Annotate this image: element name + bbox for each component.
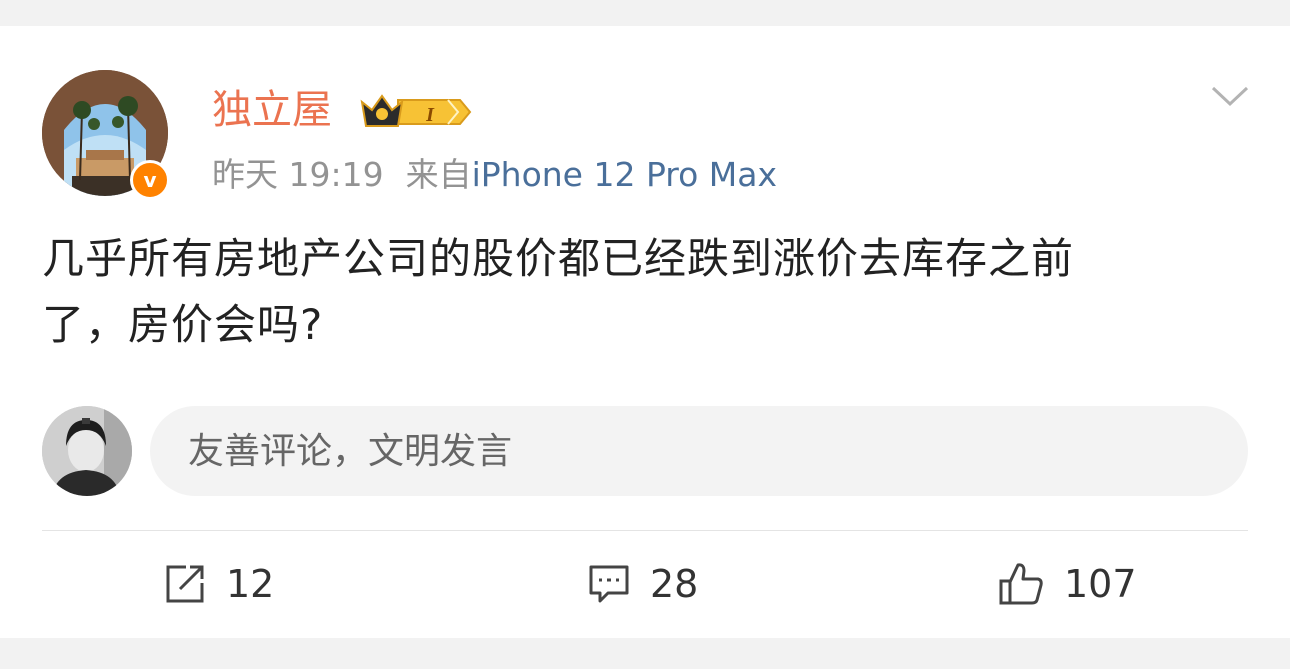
post-time: 昨天 19:19 bbox=[212, 155, 384, 194]
divider bbox=[42, 530, 1248, 531]
post-text-line-2: 了，房价会吗? bbox=[42, 300, 324, 349]
like-button[interactable]: 107 bbox=[998, 560, 1137, 608]
post-source-link[interactable]: iPhone 12 Pro Max bbox=[472, 155, 777, 194]
verified-badge-label: v bbox=[143, 168, 157, 192]
verified-badge: v bbox=[130, 160, 170, 200]
current-user-avatar[interactable] bbox=[42, 406, 132, 496]
member-crown-badge[interactable]: I bbox=[356, 90, 474, 138]
repost-count: 12 bbox=[226, 562, 275, 606]
share-icon bbox=[164, 563, 206, 605]
author-name[interactable]: 独立屋 bbox=[212, 84, 332, 136]
like-count: 107 bbox=[1064, 562, 1137, 606]
comment-input[interactable] bbox=[186, 429, 1190, 473]
post-meta: 昨天 19:19 来自iPhone 12 Pro Max bbox=[212, 154, 777, 196]
comment-icon bbox=[588, 563, 630, 605]
post-text-line-1: 几乎所有房地产公司的股价都已经跌到涨价去库存之前 bbox=[42, 234, 1075, 283]
thumbs-up-icon bbox=[998, 561, 1044, 607]
comment-button[interactable]: 28 bbox=[588, 560, 698, 608]
post-text: 几乎所有房地产公司的股价都已经跌到涨价去库存之前 了，房价会吗? bbox=[42, 226, 1232, 358]
repost-button[interactable]: 12 bbox=[164, 560, 274, 608]
chevron-down-icon[interactable] bbox=[1210, 84, 1250, 114]
post-card: v 独立屋 I 昨天 19:19 来自iPhone 12 Pro Max 几乎所有… bbox=[0, 26, 1290, 638]
post-source-prefix: 来自 bbox=[405, 155, 472, 194]
badge-level-label: I bbox=[425, 104, 435, 126]
comment-count: 28 bbox=[650, 562, 699, 606]
comment-input-container[interactable] bbox=[150, 406, 1248, 496]
